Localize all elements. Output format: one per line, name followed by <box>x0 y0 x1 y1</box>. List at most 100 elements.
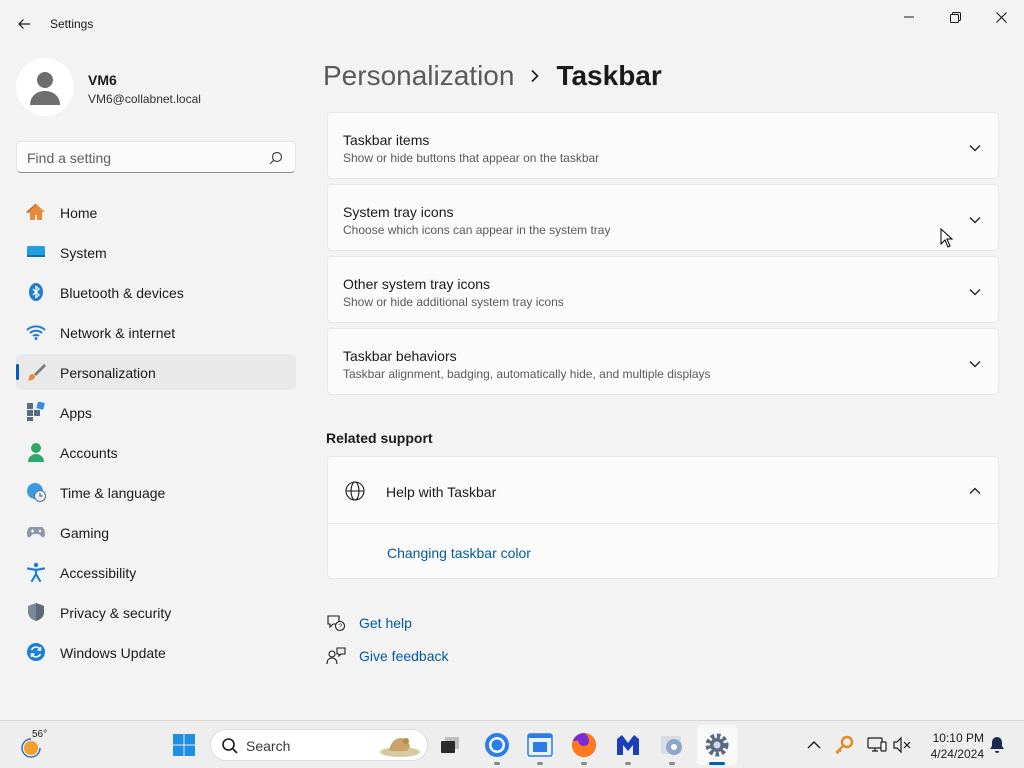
globe-clock-icon <box>27 483 46 502</box>
sidebar-item-home[interactable]: Home <box>16 194 296 230</box>
user-avatar-icon <box>30 72 60 105</box>
card-title: Taskbar behaviors <box>343 348 457 364</box>
firefox-icon <box>571 733 596 757</box>
changing-taskbar-color-link[interactable]: Changing taskbar color <box>387 545 531 561</box>
taskbar-app-window[interactable] <box>520 725 560 765</box>
card-title: Taskbar items <box>343 132 430 148</box>
sidebar-item-apps[interactable]: Apps <box>16 394 296 430</box>
accounts-icon <box>28 443 44 462</box>
taskbar-app-firefox[interactable] <box>564 725 604 765</box>
sidebar-item-label: Time & language <box>60 485 166 501</box>
chevron-up-icon <box>969 487 981 494</box>
sidebar-item-gaming[interactable]: Gaming <box>16 514 296 550</box>
related-support-heading: Related support <box>326 430 433 446</box>
get-help-link[interactable]: ? Get help <box>326 612 412 634</box>
key-icon[interactable] <box>835 735 855 755</box>
search-input[interactable] <box>27 148 267 168</box>
wifi-icon <box>26 325 46 340</box>
breadcrumb-separator <box>530 69 540 83</box>
card-title: System tray icons <box>343 204 454 220</box>
task-view-button[interactable] <box>430 725 470 765</box>
profile-name: VM6 <box>88 72 117 88</box>
close-button[interactable] <box>978 2 1024 32</box>
page-title: Taskbar <box>556 60 662 91</box>
chevron-down-icon <box>969 145 981 152</box>
restore-icon <box>949 11 961 23</box>
chevron-up-icon[interactable] <box>804 735 824 755</box>
sidebar-item-label: System <box>60 245 107 261</box>
running-indicator <box>669 762 675 765</box>
card-subtitle: Show or hide additional system tray icon… <box>343 295 564 309</box>
malwarebytes-icon <box>617 735 639 755</box>
search-icon[interactable] <box>269 151 283 165</box>
minimize-button[interactable] <box>886 2 932 32</box>
other-system-tray-icons-card[interactable]: Other system tray icons Show or hide add… <box>327 256 999 323</box>
sidebar-item-accessibility[interactable]: Accessibility <box>16 554 296 590</box>
card-title: Other system tray icons <box>343 276 491 292</box>
sidebar-item-personalization[interactable]: Personalization <box>16 354 296 390</box>
bluetooth-icon <box>29 283 43 301</box>
clock-time: 10:10 PM <box>932 731 984 745</box>
sidebar-item-label: Bluetooth & devices <box>60 285 184 301</box>
taskbar-app-chrome[interactable] <box>477 725 517 765</box>
sidebar-item-network[interactable]: Network & internet <box>16 314 296 350</box>
breadcrumb: Personalization Taskbar <box>323 58 662 94</box>
accessibility-icon <box>26 562 46 582</box>
gamepad-icon <box>27 527 45 538</box>
search-highlight-icon <box>380 738 420 757</box>
find-setting-search <box>16 141 296 173</box>
title-bar: Settings <box>0 0 1024 48</box>
sidebar-item-bluetooth[interactable]: Bluetooth & devices <box>16 274 296 310</box>
back-button[interactable] <box>10 10 38 38</box>
system-icon <box>27 246 45 257</box>
sidebar-item-label: Privacy & security <box>60 605 172 621</box>
taskbar-app-settings[interactable] <box>697 725 737 765</box>
globe-icon <box>345 481 365 501</box>
help-title: Help with Taskbar <box>386 484 497 500</box>
gear-icon <box>705 733 729 757</box>
shield-icon <box>28 603 44 621</box>
running-indicator <box>494 762 500 765</box>
running-indicator <box>709 762 725 765</box>
sidebar-item-label: Accounts <box>60 445 118 461</box>
taskbar-behaviors-card[interactable]: Taskbar behaviors Taskbar alignment, bad… <box>327 328 999 395</box>
weather-temperature: 56° <box>32 729 48 740</box>
brush-icon <box>27 364 46 381</box>
give-feedback-label: Give feedback <box>359 648 449 664</box>
notification-bell-icon[interactable] <box>987 735 1007 755</box>
sidebar-item-accounts[interactable]: Accounts <box>16 434 296 470</box>
sidebar-item-label: Network & internet <box>60 325 176 341</box>
get-help-label: Get help <box>359 615 412 631</box>
restore-button[interactable] <box>932 2 978 32</box>
taskbar-search-label: Search <box>246 738 291 754</box>
chevron-down-icon <box>969 361 981 368</box>
clock-date: 4/24/2024 <box>930 747 984 761</box>
sidebar-nav: Home System Bluetooth & devices Network … <box>16 194 296 674</box>
sidebar-item-privacy[interactable]: Privacy & security <box>16 594 296 630</box>
windows-logo-icon <box>173 734 195 756</box>
sidebar-item-label: Personalization <box>60 365 156 381</box>
card-subtitle: Show or hide buttons that appear on the … <box>343 151 600 165</box>
sidebar-item-windows-update[interactable]: Windows Update <box>16 634 296 670</box>
sidebar-item-time-language[interactable]: Time & language <box>16 474 296 510</box>
chrome-icon <box>485 733 509 757</box>
profile-email: VM6@collabnet.local <box>88 92 201 106</box>
system-tray-icons-card[interactable]: System tray icons Choose which icons can… <box>327 184 999 251</box>
speaker-muted-icon[interactable] <box>892 735 912 755</box>
running-indicator <box>625 762 631 765</box>
network-display-icon[interactable] <box>867 735 887 755</box>
taskbar-app-malwarebytes[interactable] <box>608 725 648 765</box>
weather-widget[interactable]: 56° <box>18 729 58 761</box>
update-icon <box>27 643 45 661</box>
help-with-taskbar-header[interactable]: Help with Taskbar <box>328 457 998 524</box>
breadcrumb-parent[interactable]: Personalization <box>323 60 514 92</box>
give-feedback-link[interactable]: Give feedback <box>326 645 449 667</box>
start-button[interactable] <box>164 725 204 765</box>
user-profile[interactable]: VM6 VM6@collabnet.local <box>16 58 296 118</box>
chevron-down-icon <box>969 289 981 296</box>
taskbar-items-card[interactable]: Taskbar items Show or hide buttons that … <box>327 112 999 179</box>
taskbar-search[interactable]: Search <box>210 729 428 761</box>
taskbar-app-media[interactable] <box>652 725 692 765</box>
system-clock[interactable]: 10:10 PM 4/24/2024 <box>920 730 984 762</box>
sidebar-item-system[interactable]: System <box>16 234 296 270</box>
